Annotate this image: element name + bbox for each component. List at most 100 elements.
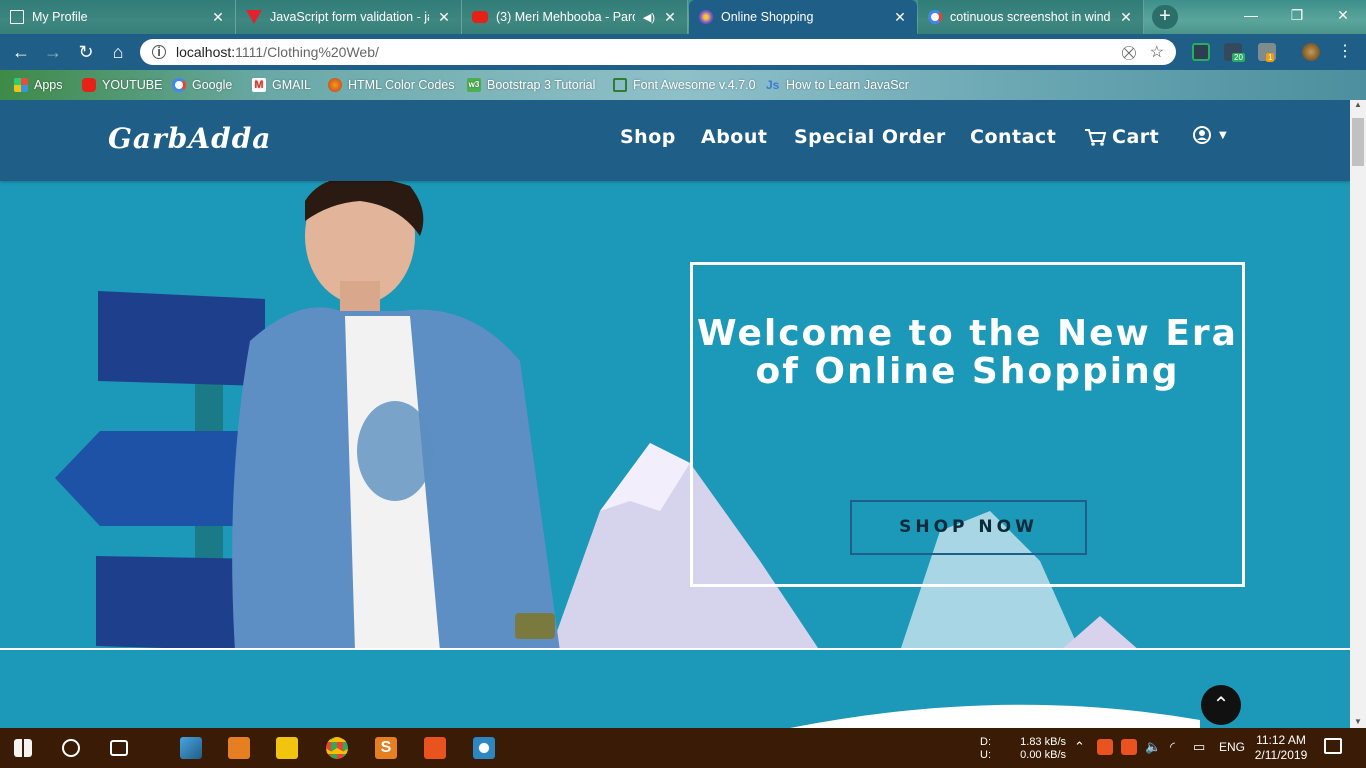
minimize-button[interactable]: — [1228,0,1274,30]
bookmark-font-awesome[interactable]: Font Awesome v.4.7.0 [613,76,756,94]
cart-icon [1085,129,1106,146]
address-bar[interactable]: i localhost:1111/Clothing%20Web/ ⛒ ☆ [140,39,1176,65]
back-to-top-button[interactable]: ⌃ [1201,685,1241,725]
clock[interactable]: 11:12 AM 2/11/2019 [1252,733,1310,763]
tab-my-profile[interactable]: My Profile ✕ [0,0,236,34]
net-speed-values: 1.83 kB/s 0.00 kB/s [1018,736,1066,762]
battery-icon[interactable]: ▭ [1193,740,1205,753]
media-player-icon[interactable] [228,737,250,759]
language-indicator[interactable]: ENG [1219,741,1245,754]
app-icon[interactable] [473,737,495,759]
tray-expand-icon[interactable]: ⌃ [1074,740,1085,753]
chrome-icon[interactable] [326,737,348,759]
close-icon[interactable]: ✕ [1119,9,1133,26]
doc-icon [10,10,24,24]
net-down: 1.83 kB/s [1020,736,1066,748]
extension-icon[interactable] [1192,43,1210,61]
bookmark-html-color-codes[interactable]: HTML Color Codes [328,76,455,94]
close-icon[interactable]: ✕ [663,9,677,26]
notifications-icon[interactable] [1324,738,1342,754]
tab-google-search[interactable]: cotinuous screenshot in windo ✕ [918,0,1144,34]
translate-icon[interactable]: ⛒ [1122,44,1136,61]
cortana-icon[interactable] [62,739,80,757]
tab-online-shopping[interactable]: Online Shopping ✕ [689,0,917,34]
windows-start-icon[interactable] [14,739,32,757]
tab-title: My Profile [32,10,88,24]
speaker-icon[interactable]: ◀) [643,11,655,24]
browser-tab-strip: My Profile ✕ JavaScript form validation … [0,0,1366,34]
xampp-tray-icon[interactable] [1121,739,1137,755]
close-icon[interactable]: ✕ [211,9,225,26]
extension-badge-icon[interactable]: 20 [1224,43,1245,62]
js-icon: Js [766,78,780,92]
extension-badge: 20 [1232,53,1245,62]
computer-icon[interactable] [180,737,202,759]
profile-avatar[interactable] [1302,43,1320,61]
google-icon [172,78,186,92]
hero-banner: Welcome to the New Era of Online Shoppin… [0,181,1350,648]
scroll-up-icon[interactable]: ▲ [1350,100,1366,109]
page-scrollbar[interactable]: ▲ ▼ [1350,100,1366,728]
menu-dots-icon[interactable]: ⋮ [1334,42,1356,64]
bookmark-bootstrap[interactable]: w3 Bootstrap 3 Tutorial [467,76,595,94]
bookmark-label: Bootstrap 3 Tutorial [487,78,596,92]
net-down-label: D: [980,736,991,748]
bookmark-youtube[interactable]: YOUTUBE [82,76,162,94]
browser-toolbar: ← → ↻ ⌂ i localhost:1111/Clothing%20Web/… [0,34,1366,70]
tab-js-validation[interactable]: JavaScript form validation - jav ✕ [236,0,462,34]
gmail-icon: M [252,78,266,92]
bookmark-apps[interactable]: Apps [14,76,63,94]
scroll-thumb[interactable] [1352,118,1364,166]
apps-grid-icon [14,78,28,92]
tab-title: Online Shopping [721,10,814,24]
hero-title: Welcome to the New Era of Online Shoppin… [697,313,1238,392]
bookmark-gmail[interactable]: M GMAIL [252,76,311,94]
tshirt-deer-print [357,401,433,501]
home-icon[interactable]: ⌂ [107,42,129,64]
scroll-down-icon[interactable]: ▼ [1350,717,1366,726]
sublime-icon[interactable]: S [375,737,397,759]
bookmark-label: GMAIL [272,78,311,92]
tab-youtube[interactable]: (3) Meri Mehbooba - Pard ◀) ✕ [462,0,688,34]
file-explorer-icon[interactable] [276,737,298,759]
site-navbar: GarbAdda Shop About Special Order Contac… [0,100,1350,181]
window-close-button[interactable]: ✕ [1320,0,1366,30]
back-arrow-icon[interactable]: ← [10,42,32,64]
nav-contact[interactable]: Contact [970,126,1056,148]
firefox-icon [328,78,342,92]
nav-cart[interactable]: Cart [1084,126,1159,148]
nav-about[interactable]: About [701,126,767,148]
nav-special-order[interactable]: Special Order [794,126,946,148]
wifi-icon[interactable]: ◜ [1170,740,1175,753]
tab-title: cotinuous screenshot in windo [950,10,1111,24]
bookmark-google[interactable]: Google [172,76,232,94]
task-view-icon[interactable] [110,740,128,756]
close-icon[interactable]: ✕ [437,9,451,26]
extension-badge-icon[interactable]: 1 [1258,43,1276,62]
restore-button[interactable]: ❐ [1274,0,1320,30]
reload-icon[interactable]: ↻ [75,42,97,64]
v-icon [246,10,262,24]
new-tab-button[interactable]: + [1152,5,1178,29]
volume-icon[interactable]: 🔈 [1145,740,1161,753]
nav-shop[interactable]: Shop [620,126,676,148]
google-icon [928,10,942,24]
shop-now-button[interactable]: SHOP NOW [850,500,1087,555]
site-logo[interactable]: GarbAdda [108,122,271,155]
bookmark-learn-javascript[interactable]: Js How to Learn JavaScr [766,76,909,94]
youtube-icon [82,78,96,92]
bookmark-star-icon[interactable]: ☆ [1150,42,1164,62]
doc-icon [613,78,627,92]
w3-icon: w3 [467,78,481,92]
tab-title: JavaScript form validation - jav [270,10,429,24]
info-icon[interactable]: i [152,45,166,59]
forward-arrow-icon[interactable]: → [42,42,64,64]
url-path: 1111/Clothing%20Web/ [235,44,379,60]
clock-time: 11:12 AM [1256,733,1306,747]
xampp-tray-icon[interactable] [1097,739,1113,755]
user-menu[interactable]: ▼ [1193,126,1227,144]
globe-icon [699,10,713,24]
bookmark-label: YOUTUBE [102,78,163,92]
close-icon[interactable]: ✕ [893,9,907,26]
xampp-icon[interactable] [424,737,446,759]
